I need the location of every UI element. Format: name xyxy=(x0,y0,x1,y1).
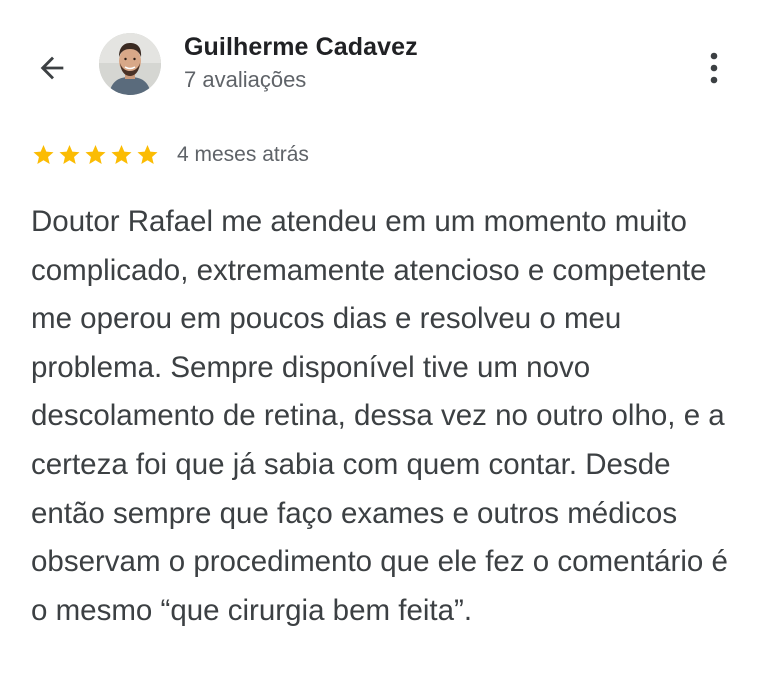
more-options-button[interactable] xyxy=(694,46,734,90)
star-icon xyxy=(59,145,80,164)
star-icon xyxy=(111,145,132,164)
star-icon xyxy=(33,145,54,164)
review-text: Doutor Rafael me atendeu em um momento m… xyxy=(31,205,728,627)
review-date: 4 meses atrás xyxy=(177,143,309,166)
star-rating xyxy=(31,143,161,167)
rating-row: 4 meses atrás xyxy=(31,140,309,170)
star-icon xyxy=(85,145,106,164)
arrow-back-icon xyxy=(40,56,64,80)
more-vert-icon xyxy=(710,52,718,84)
reviewer-review-count: 7 avaliações xyxy=(184,67,307,92)
avatar[interactable] xyxy=(99,33,161,95)
back-button[interactable] xyxy=(30,46,74,90)
avatar-photo xyxy=(99,33,161,95)
review-header: Guilherme Cadavez 7 avaliações xyxy=(0,0,768,130)
star-icon xyxy=(137,145,158,164)
reviewer-name[interactable]: Guilherme Cadavez xyxy=(184,33,418,62)
